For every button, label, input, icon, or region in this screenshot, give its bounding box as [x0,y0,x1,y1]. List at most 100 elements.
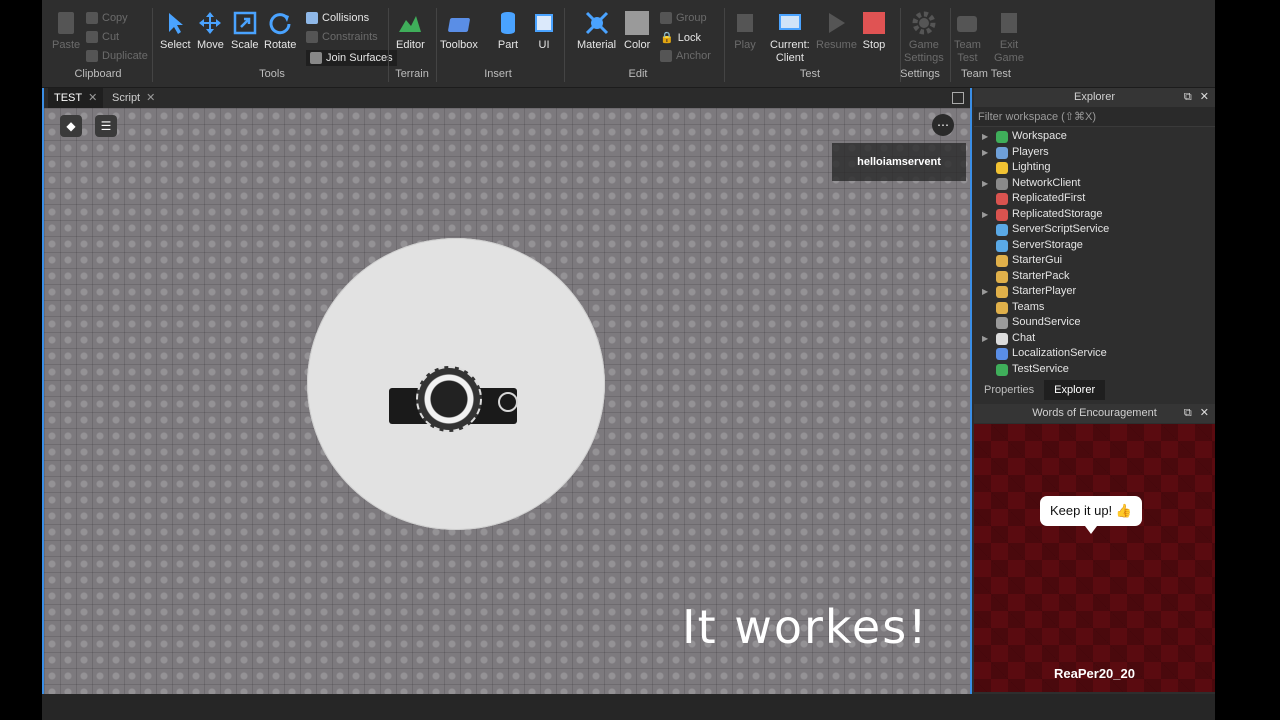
part-icon [495,10,521,36]
rotate-icon [267,10,293,36]
terrain-editor-button[interactable]: Editor [396,10,425,52]
game-settings-button[interactable]: Game Settings [904,10,944,65]
constraints-toggle[interactable]: Constraints [306,31,378,43]
service-icon [996,193,1008,205]
explorer-item[interactable]: Teams [974,300,1215,316]
resume-button[interactable]: Resume [816,10,857,52]
explorer-item[interactable]: LocalizationService [974,346,1215,362]
terrain-group-label: Terrain [395,68,429,80]
color-button[interactable]: Color [624,10,650,52]
tab-test[interactable]: TEST ✕ [48,88,104,108]
move-tool-button[interactable]: Move [197,10,224,52]
expand-arrow-icon[interactable]: ▶ [982,284,988,300]
badge-decal[interactable] [416,366,482,432]
tab-properties[interactable]: Properties [974,380,1044,400]
service-icon [996,255,1008,267]
encouragement-body: Keep it up! 👍 ReaPer20_20 [974,424,1215,692]
panel-tabs: Properties Explorer [974,380,1215,400]
panel-title: Explorer ⧉ ✕ [974,88,1215,107]
expand-arrow-icon[interactable]: ▶ [982,207,988,223]
expand-arrow-icon[interactable]: ▶ [982,129,988,145]
explorer-item[interactable]: ▶ StarterPlayer [974,284,1215,300]
paste-button[interactable]: Paste [52,10,80,52]
explorer-item-label: ServerStorage [1012,238,1083,251]
explorer-item[interactable]: ▶ Workspace [974,129,1215,145]
player-list-entry[interactable]: helloiamservent [832,143,966,181]
tab-script[interactable]: Script ✕ [106,88,161,108]
more-options-icon[interactable]: ⋯ [932,114,954,136]
collisions-toggle[interactable]: Collisions [306,12,369,24]
explorer-item[interactable]: StarterGui [974,253,1215,269]
words-of-encouragement-panel: Words of Encouragement ⧉ ✕ Keep it up! 👍 … [974,404,1215,692]
ui-button[interactable]: UI [531,10,557,52]
explorer-item[interactable]: ▶ NetworkClient [974,176,1215,192]
ring-part[interactable] [498,392,518,412]
explorer-item-label: StarterPlayer [1012,285,1077,297]
expand-arrow-icon[interactable]: ▶ [982,145,988,161]
duplicate-button[interactable]: Duplicate [86,50,148,62]
rotate-tool-button[interactable]: Rotate [264,10,296,52]
clipboard-group-label: Clipboard [74,68,122,80]
explorer-item[interactable]: ServerScriptService [974,222,1215,238]
select-tool-button[interactable]: Select [160,10,191,52]
explorer-item-label: ReplicatedStorage [1012,207,1103,220]
explorer-item[interactable]: ServerStorage [974,238,1215,254]
team-test-button[interactable]: Team Test [954,10,981,65]
close-icon[interactable]: ✕ [146,88,155,108]
group-button[interactable]: Group [660,12,707,24]
filter-workspace-input[interactable]: Filter workspace (⇧⌘X) [974,107,1215,127]
exit-game-button[interactable]: Exit Game [994,10,1024,65]
current-client-button[interactable]: Current: Client [770,10,810,65]
3d-viewport[interactable]: ◆ ☰ ⋯ helloiamservent It workes! [44,108,970,694]
explorer-item[interactable]: ▶ ReplicatedStorage [974,207,1215,223]
tab-explorer[interactable]: Explorer [1044,380,1106,400]
anchor-button[interactable]: Anchor [660,50,711,62]
service-icon [996,286,1008,298]
explorer-item-label: ServerScriptService [1012,223,1110,235]
explorer-item[interactable]: ▶ Chat [974,331,1215,347]
explorer-item[interactable]: StarterPack [974,269,1215,285]
paste-icon [53,10,79,36]
close-icon[interactable]: ✕ [88,88,97,108]
explorer-item[interactable]: TestService [974,362,1215,378]
part-button[interactable]: Part [495,10,521,52]
explorer-item-label: SoundService [1012,316,1081,328]
username-label: ReaPer20_20 [1054,666,1135,681]
cursor-icon [162,10,188,36]
lock-button[interactable]: 🔒 Lock [660,31,701,45]
explorer-item-label: TestService [1012,362,1069,375]
undock-icon[interactable]: ⧉ [1184,404,1192,423]
maximize-icon[interactable] [952,92,964,104]
join-icon [310,52,322,64]
toolbox-button[interactable]: Toolbox [440,10,478,52]
undock-icon[interactable]: ⧉ [1184,88,1192,107]
explorer-item[interactable]: ▶ Players [974,145,1215,161]
service-icon [996,224,1008,236]
close-icon[interactable]: ✕ [1200,88,1209,107]
team-icon [954,10,980,36]
expand-arrow-icon[interactable]: ▶ [982,331,988,347]
explorer-item[interactable]: SoundService [974,315,1215,331]
explorer-item-label: Workspace [1012,130,1067,142]
material-button[interactable]: Material [577,10,616,52]
chat-icon[interactable]: ☰ [95,115,117,137]
ui-icon [531,10,557,36]
stop-button[interactable]: Stop [861,10,887,52]
scale-tool-button[interactable]: Scale [231,10,259,52]
cut-button[interactable]: Cut [86,31,119,43]
copy-button[interactable]: Copy [86,12,128,24]
copy-icon [86,12,98,24]
service-icon [996,146,1008,159]
explorer-item-label: LocalizationService [1012,347,1107,359]
roblox-menu-icon[interactable]: ◆ [60,115,82,137]
close-icon[interactable]: ✕ [1200,404,1209,423]
explorer-item[interactable]: ReplicatedFirst [974,191,1215,207]
join-surfaces-toggle[interactable]: Join Surfaces [306,50,397,66]
ribbon-toolbar: Paste Copy Cut Duplicate Clipboard Selec… [42,0,1215,88]
explorer-item[interactable]: Lighting [974,160,1215,176]
explorer-item-label: Lighting [1012,161,1051,173]
expand-arrow-icon[interactable]: ▶ [982,176,988,192]
service-icon [996,332,1008,345]
play-button[interactable]: Play [732,10,758,52]
explorer-item-label: NetworkClient [1012,176,1081,189]
